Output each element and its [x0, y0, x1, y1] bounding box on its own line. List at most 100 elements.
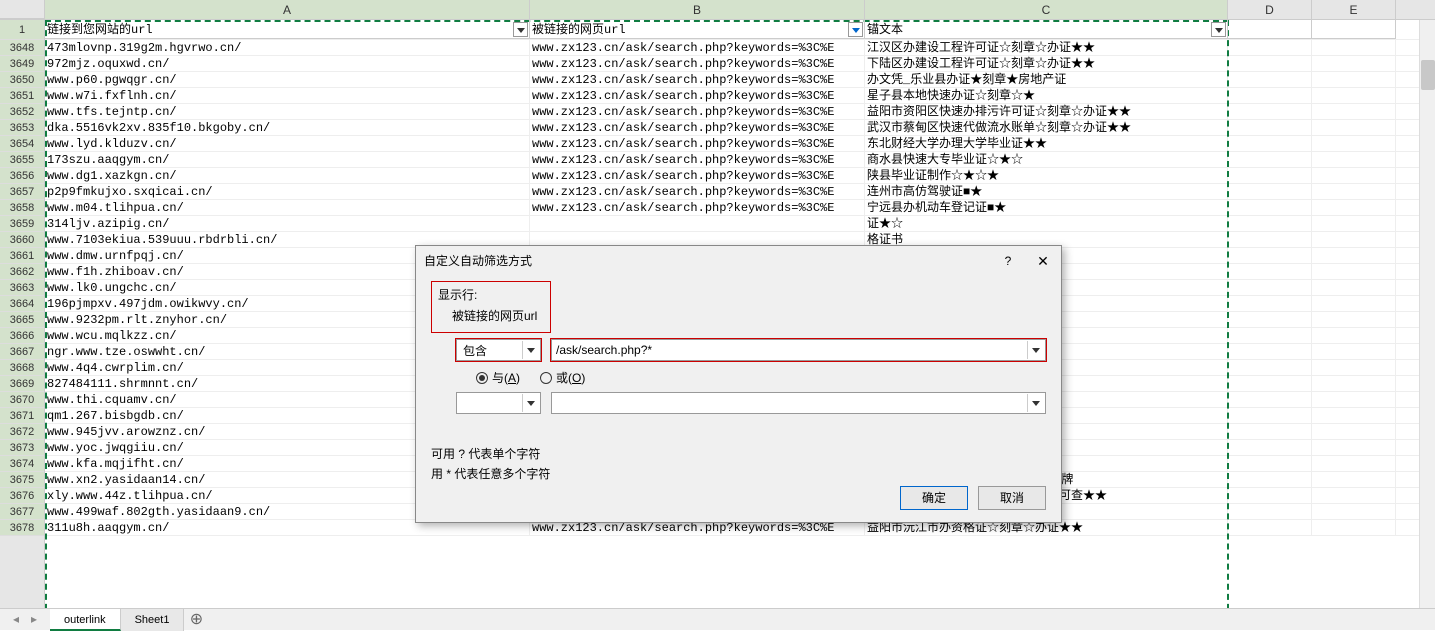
operator1-combo[interactable]: 包含	[456, 339, 541, 361]
row-number[interactable]: 3654	[0, 136, 44, 152]
cell[interactable]: www.zx123.cn/ask/search.php?keywords=%3C…	[530, 72, 865, 87]
cell[interactable]	[1312, 504, 1396, 519]
cell[interactable]: 473mlovnp.319g2m.hgvrwo.cn/	[45, 40, 530, 55]
header-cell[interactable]	[1312, 20, 1396, 39]
cell[interactable]: www.zx123.cn/ask/search.php?keywords=%3C…	[530, 184, 865, 199]
vertical-scrollbar[interactable]	[1419, 20, 1435, 608]
row-number[interactable]: 3657	[0, 184, 44, 200]
cell[interactable]: www.zx123.cn/ask/search.php?keywords=%3C…	[530, 40, 865, 55]
cell[interactable]	[1312, 104, 1396, 119]
row-number[interactable]: 3668	[0, 360, 44, 376]
cell[interactable]	[1228, 56, 1312, 71]
sheet-tab[interactable]: Sheet1	[121, 609, 185, 631]
cell[interactable]	[1228, 344, 1312, 359]
cell[interactable]	[1228, 488, 1312, 503]
cell[interactable]	[1228, 232, 1312, 247]
row-number[interactable]: 3666	[0, 328, 44, 344]
or-radio[interactable]: 或(O)	[540, 369, 585, 386]
cell[interactable]	[1228, 216, 1312, 231]
cell[interactable]: www.p60.pgwqgr.cn/	[45, 72, 530, 87]
cell[interactable]	[1228, 136, 1312, 151]
cell[interactable]	[1312, 408, 1396, 423]
cell[interactable]: 下陆区办建设工程许可证☆刻章☆办证★★	[865, 56, 1228, 71]
cell[interactable]	[1312, 520, 1396, 535]
column-header-C[interactable]: C	[865, 0, 1228, 19]
row-number[interactable]: 3651	[0, 88, 44, 104]
cell[interactable]	[1312, 120, 1396, 135]
cell[interactable]	[1228, 408, 1312, 423]
cell[interactable]	[1228, 376, 1312, 391]
row-number[interactable]: 3669	[0, 376, 44, 392]
row-number[interactable]: 3655	[0, 152, 44, 168]
tab-last-icon[interactable]: ▸	[26, 612, 42, 627]
cell[interactable]	[530, 216, 865, 231]
cell[interactable]	[1228, 104, 1312, 119]
filter-button[interactable]	[848, 22, 863, 37]
cancel-button[interactable]: 取消	[978, 486, 1046, 510]
row-number[interactable]: 3676	[0, 488, 44, 504]
cell[interactable]	[1312, 248, 1396, 263]
close-icon[interactable]: ✕	[1033, 246, 1053, 276]
cell[interactable]: www.w7i.fxflnh.cn/	[45, 88, 530, 103]
column-header-B[interactable]: B	[530, 0, 865, 19]
cell[interactable]	[1228, 392, 1312, 407]
help-icon[interactable]: ?	[998, 246, 1018, 276]
cell[interactable]: 星子县本地快速办证☆刻章☆★	[865, 88, 1228, 103]
row-number[interactable]: 3673	[0, 440, 44, 456]
cell[interactable]: www.tfs.tejntp.cn/	[45, 104, 530, 119]
cell[interactable]	[1228, 168, 1312, 183]
cell[interactable]	[1228, 264, 1312, 279]
cell[interactable]	[1228, 328, 1312, 343]
cell[interactable]: 宁远县办机动车登记证■★	[865, 200, 1228, 215]
row-number[interactable]: 3649	[0, 56, 44, 72]
cell[interactable]: 173szu.aaqgym.cn/	[45, 152, 530, 167]
cell[interactable]: www.zx123.cn/ask/search.php?keywords=%3C…	[530, 88, 865, 103]
cell[interactable]: 益阳市资阳区快速办排污许可证☆刻章☆办证★★	[865, 104, 1228, 119]
cell[interactable]	[1228, 504, 1312, 519]
cell[interactable]: www.zx123.cn/ask/search.php?keywords=%3C…	[530, 168, 865, 183]
cell[interactable]: www.zx123.cn/ask/search.php?keywords=%3C…	[530, 104, 865, 119]
row-number[interactable]: 3650	[0, 72, 44, 88]
cell[interactable]	[1312, 56, 1396, 71]
filter-button[interactable]	[513, 22, 528, 37]
dialog-titlebar[interactable]: 自定义自动筛选方式 ? ✕	[416, 246, 1061, 276]
header-cell[interactable]: 锚文本	[865, 20, 1228, 39]
and-radio[interactable]: 与(A)	[476, 369, 520, 386]
cell[interactable]	[1312, 136, 1396, 151]
cell[interactable]	[1228, 472, 1312, 487]
cell[interactable]: 972mjz.oquxwd.cn/	[45, 56, 530, 71]
cell[interactable]	[1228, 440, 1312, 455]
row-number[interactable]: 3670	[0, 392, 44, 408]
value2-combo[interactable]	[551, 392, 1046, 414]
cell[interactable]	[1312, 328, 1396, 343]
column-header-E[interactable]: E	[1312, 0, 1396, 19]
cell[interactable]	[1228, 40, 1312, 55]
cell[interactable]	[1228, 152, 1312, 167]
row-number[interactable]: 3648	[0, 40, 44, 56]
cell[interactable]	[1312, 184, 1396, 199]
cell[interactable]: 武汉市蔡甸区快速代做流水账单☆刻章☆办证★★	[865, 120, 1228, 135]
row-number[interactable]: 3675	[0, 472, 44, 488]
cell[interactable]	[1228, 280, 1312, 295]
cell[interactable]: www.zx123.cn/ask/search.php?keywords=%3C…	[530, 200, 865, 215]
cell[interactable]	[1312, 456, 1396, 471]
column-header-D[interactable]: D	[1228, 0, 1312, 19]
header-cell[interactable]: 被链接的网页url	[530, 20, 865, 39]
cell[interactable]: 办文凭_乐业县办证★刻章★房地产证	[865, 72, 1228, 87]
row-number[interactable]: 3671	[0, 408, 44, 424]
row-number[interactable]: 1	[0, 20, 44, 40]
cell[interactable]: www.zx123.cn/ask/search.php?keywords=%3C…	[530, 136, 865, 151]
cell[interactable]	[1228, 360, 1312, 375]
cell[interactable]	[1228, 200, 1312, 215]
cell[interactable]	[1228, 248, 1312, 263]
cell[interactable]	[1312, 40, 1396, 55]
sheet-tab[interactable]: outerlink	[50, 609, 121, 631]
header-cell[interactable]	[1228, 20, 1312, 39]
cell[interactable]	[1228, 88, 1312, 103]
cell[interactable]: 江汉区办建设工程许可证☆刻章☆办证★★	[865, 40, 1228, 55]
row-number[interactable]: 3661	[0, 248, 44, 264]
cell[interactable]	[1312, 472, 1396, 487]
cell[interactable]: www.zx123.cn/ask/search.php?keywords=%3C…	[530, 56, 865, 71]
cell[interactable]: 商水县快速大专毕业证☆★☆	[865, 152, 1228, 167]
cell[interactable]	[1228, 184, 1312, 199]
